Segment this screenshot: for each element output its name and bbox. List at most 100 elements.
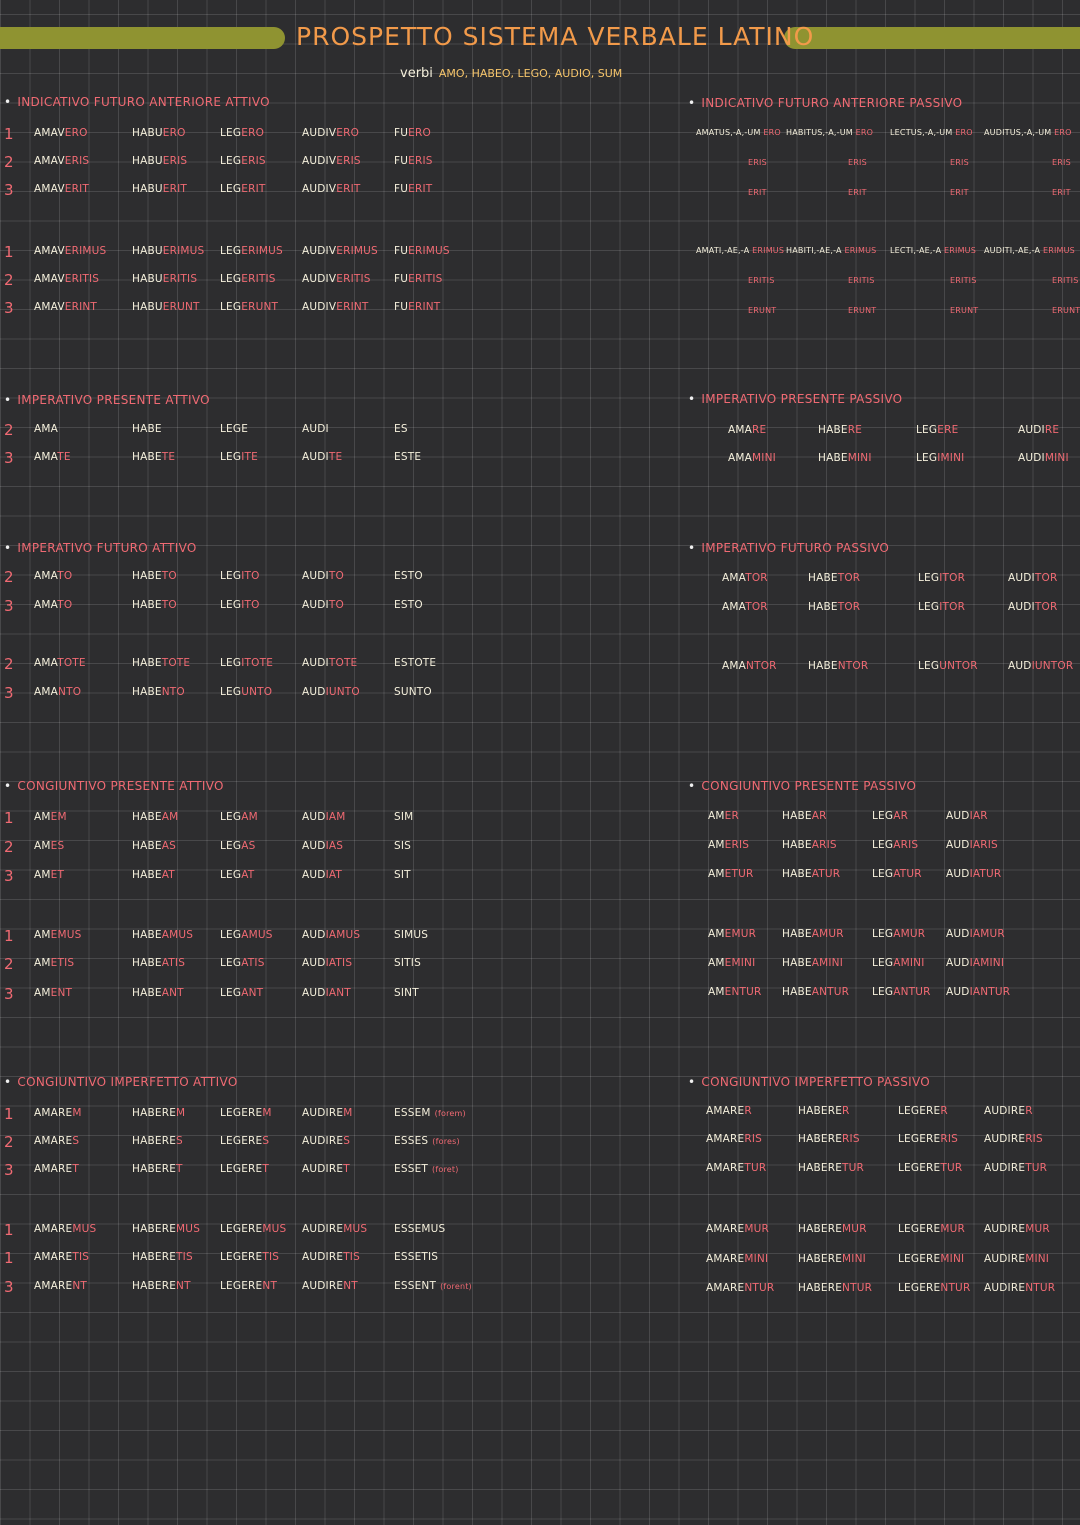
verb-ending: ERITIS	[848, 276, 875, 285]
verb-form-cell: AMENT	[34, 987, 72, 999]
verb-stem: AUD	[302, 869, 326, 881]
verb-form-cell: HABETOTE	[132, 657, 190, 669]
verb-stem: ES	[394, 423, 408, 435]
verb-form-cell: LEGAMUR	[872, 928, 925, 940]
verb-stem: LEG	[220, 273, 242, 285]
verb-stem: HABE	[132, 451, 162, 463]
verb-ending: ERITIS	[748, 276, 775, 285]
verb-ending: M	[72, 1107, 82, 1119]
verb-stem: LEG	[220, 811, 242, 823]
table-row: 2 AMATO HABETO LEGITO AUDITO ESTO	[4, 568, 604, 590]
verb-form-cell: AUDIANT	[302, 987, 351, 999]
verb-stem: AUD	[1008, 660, 1032, 672]
verb-ending: MUR	[842, 1223, 867, 1235]
verb-ending: TIS	[262, 1251, 280, 1263]
verb-form-cell: LEGAM	[220, 811, 258, 823]
verb-form-cell: AUDIATUR	[946, 868, 1001, 880]
verb-ending: RIS	[940, 1133, 959, 1145]
verb-ending: IAM	[325, 811, 346, 823]
verb-stem: AUDIV	[302, 127, 337, 139]
bullet-dot-icon: •	[4, 95, 12, 109]
verb-ending: AMINI	[811, 957, 844, 969]
verb-stem: LEGERE	[898, 1162, 941, 1174]
verb-stem: FU	[394, 301, 409, 313]
verb-form-cell: HABERE	[818, 424, 862, 436]
person-number: 3	[4, 181, 14, 199]
verb-ending: EM	[50, 811, 67, 823]
verb-form-cell: AMATOTE	[34, 657, 86, 669]
verb-ending: NTOR	[837, 660, 869, 672]
verb-stem: AUDIRE	[984, 1133, 1026, 1145]
verb-ending: MINI	[940, 1253, 965, 1265]
verb-form-cell: LEGERENTUR	[898, 1282, 970, 1294]
verb-form-cell: LEGANT	[220, 987, 263, 999]
verb-form-cell: AUDIRET	[302, 1163, 350, 1175]
verb-ending: IARIS	[969, 839, 998, 851]
person-number: 3	[4, 684, 14, 702]
verb-ending: TIS	[343, 1251, 360, 1263]
verb-ending: ERO	[162, 127, 186, 139]
verb-form-cell: AMATUS,-A,-UM ERO	[696, 128, 781, 137]
verb-form-cell: AMET	[34, 869, 64, 881]
person-number: 1	[4, 1105, 14, 1123]
verb-ending: R	[940, 1105, 948, 1117]
section-heading-label: CONGIUNTIVO IMPERFETTO PASSIVO	[701, 1075, 931, 1089]
verb-form-cell: ESTO	[394, 599, 423, 611]
verb-stem: HABE	[132, 987, 162, 999]
table-row: 2 AMAVERIS HABUERIS LEGERIS AUDIVERIS FUERIS	[4, 153, 604, 175]
verb-stem: HABITUS,-A,-UM	[786, 128, 856, 137]
verb-ending: ERIT	[848, 188, 867, 197]
verb-form-cell: AUDIUNTOR	[1008, 660, 1073, 672]
verb-stem: AMAV	[34, 301, 65, 313]
person-number: 2	[4, 955, 14, 973]
verb-stem: LEG	[220, 245, 242, 257]
verb-form-cell: ESTE	[394, 451, 421, 463]
verb-ending: ERIMUS	[408, 245, 450, 257]
title-bar-left	[0, 27, 285, 49]
person-number: 3	[4, 985, 14, 1003]
verb-stem: FU	[394, 245, 409, 257]
verb-stem: ESTOTE	[394, 657, 437, 669]
verb-form-cell: SIT	[394, 869, 411, 881]
verb-stem: AMATUS,-A,-UM	[696, 128, 764, 137]
person-number: 2	[4, 655, 14, 673]
verb-ending: MINI	[842, 1253, 866, 1265]
verb-ending: AMUR	[893, 928, 926, 940]
verb-stem: AMA	[34, 423, 59, 435]
verb-ending: ERIS	[950, 158, 969, 167]
verb-ending: S	[262, 1135, 270, 1147]
verb-stem: AM	[34, 929, 51, 941]
verb-form-cell: AUDIAMUS	[302, 929, 360, 941]
verb-stem: ESTO	[394, 599, 423, 611]
verb-form-cell: AMATI,-AE,-A ERIMUS	[696, 246, 784, 255]
verb-ending: NT	[72, 1280, 88, 1292]
verb-form-cell: HABEAMINI	[782, 957, 843, 969]
verb-form-cell: HABETO	[132, 570, 177, 582]
verb-stem: FU	[394, 127, 409, 139]
verb-form-cell: HABEAMUR	[782, 928, 844, 940]
bullet-dot-icon: •	[688, 779, 696, 793]
person-number: 2	[4, 421, 14, 439]
verb-form-cell: HABETOR	[808, 572, 860, 584]
verb-stem: AM	[34, 987, 51, 999]
verb-stem: HABU	[132, 127, 163, 139]
table-row: ERIS ERIS ERIS ERIS	[688, 156, 1078, 178]
verb-form-cell: AMARETIS	[34, 1251, 89, 1263]
verb-form-cell: AUDIAMINI	[946, 957, 1004, 969]
verb-form-cell: AUDITUS,-A,-UM ERO	[984, 128, 1072, 137]
verb-stem: HABERE	[132, 1107, 177, 1119]
person-number: 3	[4, 449, 14, 467]
verb-form-cell: HABENTOR	[808, 660, 868, 672]
verb-ending: ERO	[763, 128, 781, 137]
verb-stem: HABE	[808, 601, 838, 613]
verb-ending: UNTOR	[939, 660, 978, 672]
verb-form-cell: AUDIREMUS	[302, 1223, 367, 1235]
section-heading: • INDICATIVO FUTURO ANTERIORE ATTIVO	[4, 95, 270, 109]
verb-ending: ES	[50, 840, 65, 852]
table-row: AMAREMUR HABEREMUR LEGEREMUR AUDIREMUR	[688, 1221, 1078, 1243]
verb-form-cell: AUDIRETIS	[302, 1251, 360, 1263]
verb-stem: HABE	[132, 686, 162, 698]
verb-form-cell: HABEAS	[132, 840, 176, 852]
verb-ending: ERUNT	[950, 306, 979, 315]
verb-stem: AMARE	[34, 1135, 73, 1147]
